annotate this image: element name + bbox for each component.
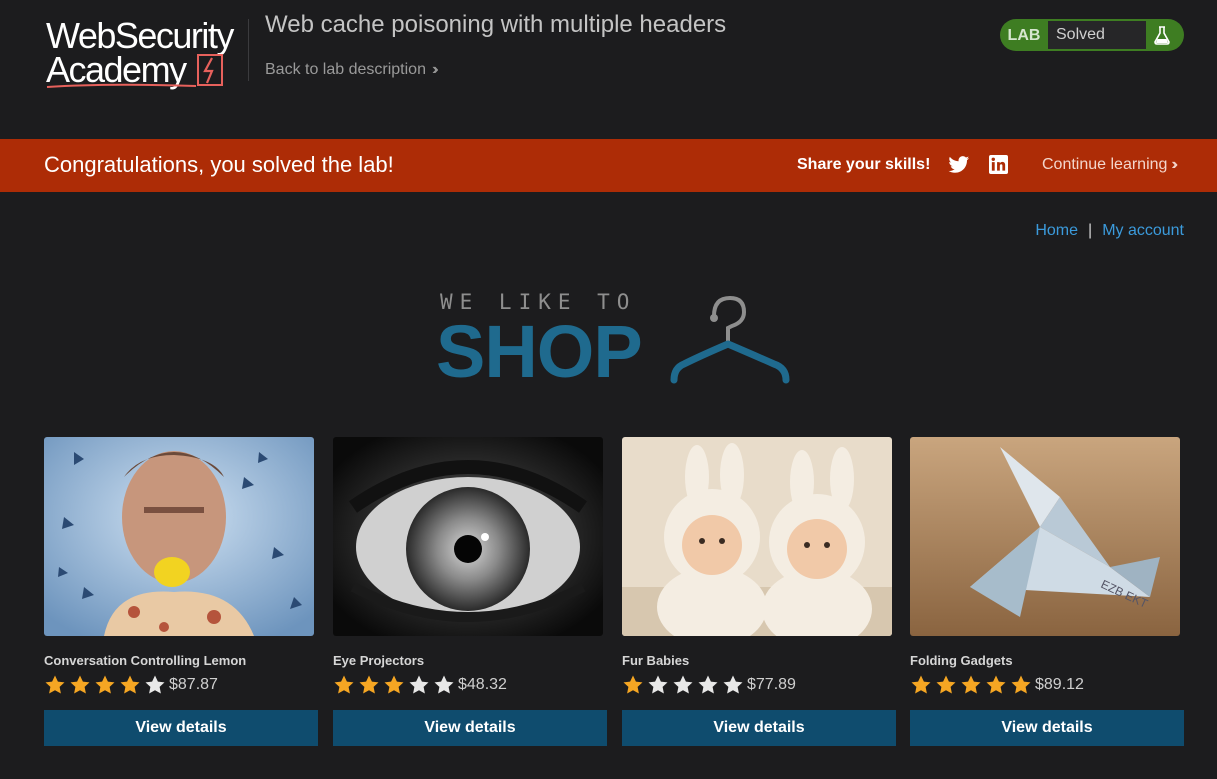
header-divider [248,19,249,81]
star-empty-icon [409,675,429,694]
star-empty-icon [723,675,743,694]
star-empty-icon [145,675,165,694]
flask-icon [1154,26,1170,45]
continue-learning-link[interactable]: Continue learning ›› [1042,156,1178,174]
shop-logo: WE LIKE TO SHOP [436,290,798,393]
back-to-lab-description-link[interactable]: Back to lab description ›› [265,61,438,79]
star-filled-icon [95,675,115,694]
congratulations-message: Congratulations, you solved the lab! [44,152,394,177]
back-link-label: Back to lab description [265,61,426,78]
star-filled-icon [623,675,643,694]
star-filled-icon [120,675,140,694]
product-image-babies[interactable] [622,437,892,636]
star-filled-icon [359,675,379,694]
product-image-origami[interactable]: EZB EKT [910,437,1180,636]
lab-status-badge: LAB Solved [1000,19,1184,51]
product-rating: $77.89 [622,674,796,698]
product-rating: $48.32 [333,674,507,698]
home-link[interactable]: Home [1035,222,1078,239]
view-details-button[interactable]: View details [44,710,318,746]
continue-learning-label: Continue learning [1042,156,1168,173]
star-filled-icon [334,675,354,694]
star-filled-icon [936,675,956,694]
star-filled-icon [1011,675,1031,694]
star-filled-icon [961,675,981,694]
star-empty-icon [434,675,454,694]
lab-title: Web cache poisoning with multiple header… [265,11,727,38]
header: WebSecurity Academy Web cache poisoning … [0,0,1217,139]
product-name: Conversation Controlling Lemon [44,653,247,668]
product-name: Folding Gadgets [910,653,1013,668]
web-security-academy-logo[interactable]: WebSecurity Academy [46,16,246,90]
product-price: $89.12 [1035,676,1084,693]
product-rating: $89.12 [910,674,1084,698]
product-name: Fur Babies [622,653,690,668]
star-filled-icon [70,675,90,694]
view-details-button[interactable]: View details [622,710,896,746]
product-price: $77.89 [747,676,796,693]
view-details-button[interactable]: View details [910,710,1184,746]
double-chevron-right-icon: ›› [431,61,438,78]
nav-separator: | [1088,222,1093,239]
star-empty-icon [673,675,693,694]
star-empty-icon [698,675,718,694]
star-empty-icon [648,675,668,694]
product-price: $48.32 [458,676,507,693]
account-nav: Home | My account [1035,222,1184,240]
solved-banner: Congratulations, you solved the lab! Sha… [0,139,1217,192]
star-filled-icon [384,675,404,694]
product-price: $87.87 [169,676,218,693]
star-filled-icon [45,675,65,694]
logo-underline [46,83,197,88]
view-details-button[interactable]: View details [333,710,607,746]
star-filled-icon [911,675,931,694]
twitter-icon[interactable] [948,155,970,175]
share-label: Share your skills! [797,156,931,173]
product-image-eye[interactable] [333,437,603,636]
double-chevron-right-icon: ›› [1171,156,1177,173]
lab-status-label: LAB [1007,27,1041,44]
product-rating: $87.87 [44,674,218,698]
my-account-link[interactable]: My account [1102,222,1184,239]
linkedin-icon[interactable] [989,155,1008,174]
product-name: Eye Projectors [333,653,425,668]
shop-logo-title: SHOP [436,310,643,393]
lab-status-value: Solved [1048,21,1146,49]
star-filled-icon [986,675,1006,694]
product-image-lemon[interactable] [44,437,314,636]
clothes-hanger-icon [670,295,790,384]
